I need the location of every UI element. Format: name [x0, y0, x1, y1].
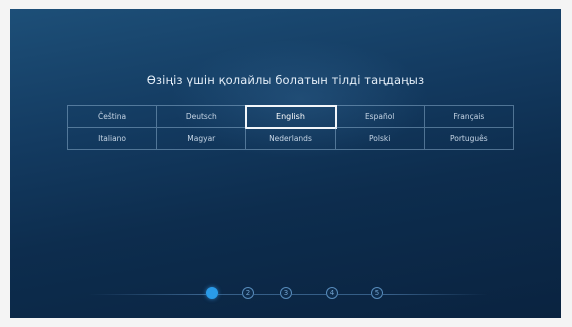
language-option-cestina[interactable]: Čeština — [68, 106, 158, 128]
progress-line-segment — [338, 293, 371, 295]
step-5-indicator: 5 — [371, 287, 383, 299]
setup-screen: Өзіңіз үшін қолайлы болатын тілді таңдаң… — [10, 9, 561, 318]
step-2-indicator: 2 — [242, 287, 254, 299]
language-option-english[interactable]: English — [245, 105, 337, 129]
progress-line-right — [383, 293, 488, 295]
language-option-francais[interactable]: Français — [424, 106, 514, 128]
language-option-espanol[interactable]: Español — [335, 106, 425, 128]
language-option-nederlands[interactable]: Nederlands — [246, 128, 336, 150]
language-option-italiano[interactable]: Italiano — [68, 128, 158, 150]
setup-progress-stepper: 1 2 3 4 5 — [88, 287, 488, 301]
language-option-polski[interactable]: Polski — [335, 128, 425, 150]
language-option-magyar[interactable]: Magyar — [157, 128, 247, 150]
step-3-indicator: 3 — [280, 287, 292, 299]
page-title: Өзіңіз үшін қолайлы болатын тілді таңдаң… — [146, 73, 425, 87]
progress-line-left — [88, 293, 206, 295]
progress-line-segment — [218, 293, 242, 295]
language-option-deutsch[interactable]: Deutsch — [157, 106, 247, 128]
language-option-portugues[interactable]: Português — [424, 128, 514, 150]
step-1-indicator: 1 — [206, 287, 218, 299]
language-grid: Čeština Deutsch English Español Français… — [67, 105, 514, 150]
step-4-indicator: 4 — [326, 287, 338, 299]
progress-line-segment — [292, 293, 326, 295]
progress-line-segment — [254, 293, 280, 295]
